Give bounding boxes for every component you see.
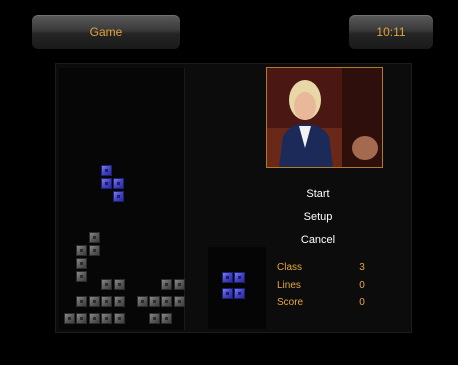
falling-piece-cell xyxy=(113,191,124,202)
stack-block xyxy=(89,245,100,256)
next-piece-cell xyxy=(234,288,245,299)
falling-piece-cell xyxy=(101,178,112,189)
next-piece-cell xyxy=(222,288,233,299)
stat-score-value: 0 xyxy=(359,297,365,308)
falling-piece-cell xyxy=(113,178,124,189)
stack-block xyxy=(89,232,100,243)
stack-block xyxy=(114,313,125,324)
cancel-button[interactable]: Cancel xyxy=(270,234,366,246)
stack-block xyxy=(161,296,172,307)
stack-block xyxy=(89,296,100,307)
stack-block xyxy=(76,296,87,307)
stack-block xyxy=(114,279,125,290)
tetris-playfield xyxy=(59,68,185,330)
stack-block xyxy=(64,313,75,324)
falling-piece-cell xyxy=(101,165,112,176)
stat-lines-value: 0 xyxy=(359,280,365,291)
stat-class-value: 3 xyxy=(359,262,365,273)
stack-block xyxy=(101,313,112,324)
start-button[interactable]: Start xyxy=(270,188,366,200)
stat-score-label: Score xyxy=(277,297,304,308)
clock-time: 10:11 xyxy=(376,25,406,39)
stack-block xyxy=(137,296,148,307)
clock-bar: 10:11 xyxy=(349,15,433,49)
stack-block xyxy=(76,258,87,269)
stack-block xyxy=(101,296,112,307)
next-piece-cell xyxy=(222,272,233,283)
video-frame-image xyxy=(267,68,382,167)
next-piece-cell xyxy=(234,272,245,283)
stat-lines-label: Lines xyxy=(277,280,301,291)
setup-button[interactable]: Setup xyxy=(270,211,366,223)
next-piece-preview xyxy=(208,247,266,329)
title-bar: Game xyxy=(32,15,180,49)
stack-block xyxy=(174,279,185,290)
page-title: Game xyxy=(89,25,123,39)
stack-block xyxy=(161,279,172,290)
stack-block xyxy=(76,245,87,256)
stat-class-label: Class xyxy=(277,262,303,273)
stack-block xyxy=(76,271,87,282)
live-tv-preview xyxy=(266,67,383,168)
stack-block xyxy=(89,313,100,324)
stack-block xyxy=(149,313,160,324)
stack-block xyxy=(174,296,185,307)
stack-block xyxy=(161,313,172,324)
stack-block xyxy=(114,296,125,307)
game-screen: Game 10:11 Start Setup Cancel Class 3 Li… xyxy=(0,0,458,365)
stack-block xyxy=(101,279,112,290)
stack-block xyxy=(149,296,160,307)
stack-block xyxy=(76,313,87,324)
